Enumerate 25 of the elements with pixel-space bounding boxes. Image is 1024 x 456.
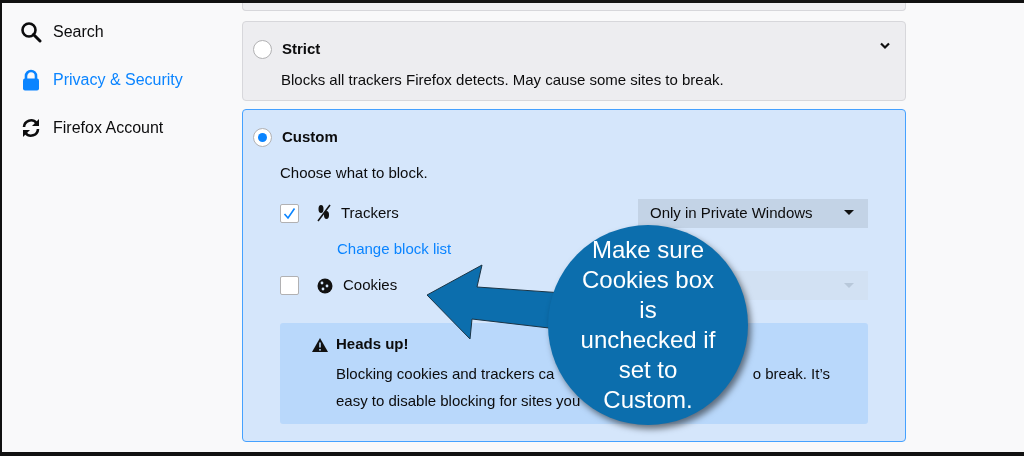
- option-description: Blocks all trackers Firefox detects. May cause some sites to break.: [280, 69, 725, 90]
- search-icon: [20, 21, 42, 43]
- option-title: Strict: [282, 39, 322, 59]
- sidebar-item[interactable]: Privacy & Security: [20, 56, 242, 104]
- checkbox[interactable]: [280, 203, 299, 223]
- sync-icon: [20, 117, 42, 139]
- option-title: Custom: [282, 127, 339, 147]
- caret-icon: [844, 282, 854, 289]
- warning-icon: [312, 337, 328, 352]
- cookie-icon: [317, 277, 333, 294]
- warning-title: Heads up!: [336, 334, 409, 355]
- radio-button[interactable]: [253, 127, 272, 147]
- lock-icon: [20, 69, 42, 91]
- warning-text: o break. It’s: [752, 363, 830, 384]
- caret-icon: [844, 210, 854, 216]
- sidebar-item[interactable]: Firefox Account: [20, 104, 242, 152]
- option-prompt: Choose what to block.: [279, 162, 429, 183]
- tracker-icon: [317, 204, 331, 222]
- checkbox[interactable]: [280, 276, 299, 295]
- radio-button[interactable]: [253, 39, 272, 59]
- select-dropdown[interactable]: Only in Private Windows: [638, 198, 868, 228]
- option-label: Cookies: [343, 275, 398, 296]
- sidebar-item[interactable]: Search: [20, 8, 242, 56]
- option-label: Trackers: [341, 202, 399, 223]
- chevron-icon[interactable]: [879, 42, 891, 51]
